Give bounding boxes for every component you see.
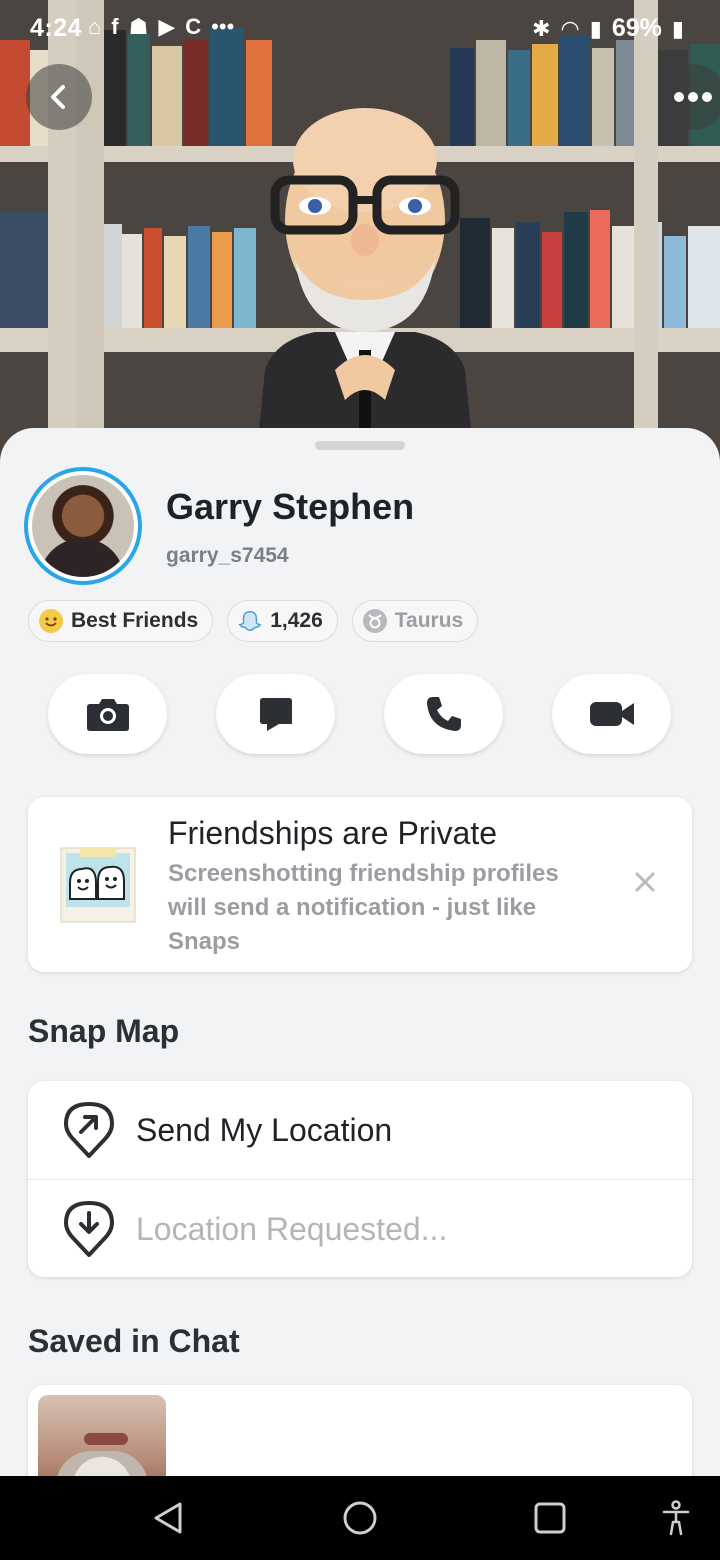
privacy-body: Screenshotting friendship profiles will … <box>168 860 559 955</box>
smile-emoji-icon <box>39 609 63 633</box>
close-privacy-button[interactable] <box>634 867 656 901</box>
chat-icon <box>259 698 292 731</box>
saved-in-chat-heading: Saved in Chat <box>28 1323 240 1359</box>
nav-home-button[interactable] <box>338 1496 382 1540</box>
bitmoji-avatar <box>255 108 475 470</box>
status-bar: 4:24 ⌂ f ☗ ▶ C ••• ✱ ◠ ▮ 69% ▮ <box>0 0 720 56</box>
battery-icon: ▮ <box>671 15 684 41</box>
notification-c-icon: C <box>185 14 202 39</box>
circle-home-icon <box>343 1501 377 1535</box>
accessibility-icon <box>662 1500 690 1536</box>
android-nav-bar <box>0 1476 720 1560</box>
home-notification-icon: ⌂ <box>88 14 102 39</box>
facebook-icon: f <box>111 14 119 39</box>
nav-accessibility-button[interactable] <box>654 1496 698 1540</box>
bluetooth-icon: ✱ <box>532 15 551 41</box>
best-friends-chip[interactable]: Best Friends <box>28 600 214 642</box>
nav-recents-button[interactable] <box>528 1496 572 1540</box>
snap-map-heading: Snap Map <box>28 1013 180 1049</box>
send-location-icon <box>64 1102 114 1158</box>
status-time: 4:24 <box>30 14 83 42</box>
back-button[interactable] <box>26 64 92 130</box>
sheet-grabber[interactable] <box>315 441 405 450</box>
zodiac-chip[interactable]: Taurus <box>351 600 479 642</box>
more-options-button[interactable] <box>660 64 720 130</box>
saved-in-chat-card <box>28 1385 692 1476</box>
profile-avatar[interactable] <box>24 467 142 585</box>
youtube-icon: ▶ <box>158 14 176 39</box>
battery-percent: 69% <box>611 14 662 42</box>
friendship-privacy-card: Friendships are Private Screenshotting f… <box>28 797 692 972</box>
snapchat-ghost-icon: ☗ <box>128 14 149 39</box>
polaroid-ghosts-icon <box>60 847 136 923</box>
camera-button[interactable] <box>48 674 167 754</box>
triangle-back-icon <box>154 1502 182 1534</box>
close-icon <box>635 872 655 892</box>
profile-name: Garry Stephen <box>166 486 415 527</box>
chip-label: 1,426 <box>270 609 323 632</box>
snap-score-chip[interactable]: 1,426 <box>227 600 338 642</box>
camera-icon <box>86 699 129 731</box>
action-buttons <box>48 674 671 754</box>
send-location-row[interactable]: Send My Location <box>28 1081 692 1179</box>
video-call-button[interactable] <box>552 674 671 754</box>
nav-back-button[interactable] <box>146 1496 190 1540</box>
snap-map-card: Send My Location Location Requested... <box>28 1081 692 1277</box>
profile-sheet: Garry Stephen garry_s7454 Best Friends 1… <box>0 428 720 1476</box>
avatar-photo <box>32 475 134 577</box>
signal-icon: ▮ <box>589 15 602 41</box>
location-requested-row: Location Requested... <box>28 1180 692 1278</box>
send-location-label: Send My Location <box>136 1111 393 1148</box>
chevron-left-icon <box>51 85 65 109</box>
location-requested-label: Location Requested... <box>136 1210 448 1247</box>
phone-icon <box>426 697 461 731</box>
request-location-icon <box>64 1201 114 1257</box>
saved-snap-thumbnail[interactable] <box>38 1395 166 1476</box>
taurus-icon <box>362 609 387 633</box>
profile-username: garry_s7454 <box>166 544 289 567</box>
more-notifications-icon: ••• <box>211 14 235 39</box>
ghost-score-icon <box>238 609 262 633</box>
video-icon <box>589 702 634 726</box>
chat-button[interactable] <box>216 674 335 754</box>
friend-chips: Best Friends 1,426 Taurus <box>28 600 479 642</box>
square-recents-icon <box>534 1502 566 1534</box>
call-button[interactable] <box>384 674 503 754</box>
chip-label: Best Friends <box>71 609 199 632</box>
more-dots-icon <box>674 92 712 102</box>
privacy-title: Friendships are Private <box>168 815 498 851</box>
wifi-icon: ◠ <box>560 15 580 41</box>
chip-label: Taurus <box>394 609 464 632</box>
bitmoji-header: 4:24 ⌂ f ☗ ▶ C ••• ✱ ◠ ▮ 69% ▮ <box>0 0 720 470</box>
